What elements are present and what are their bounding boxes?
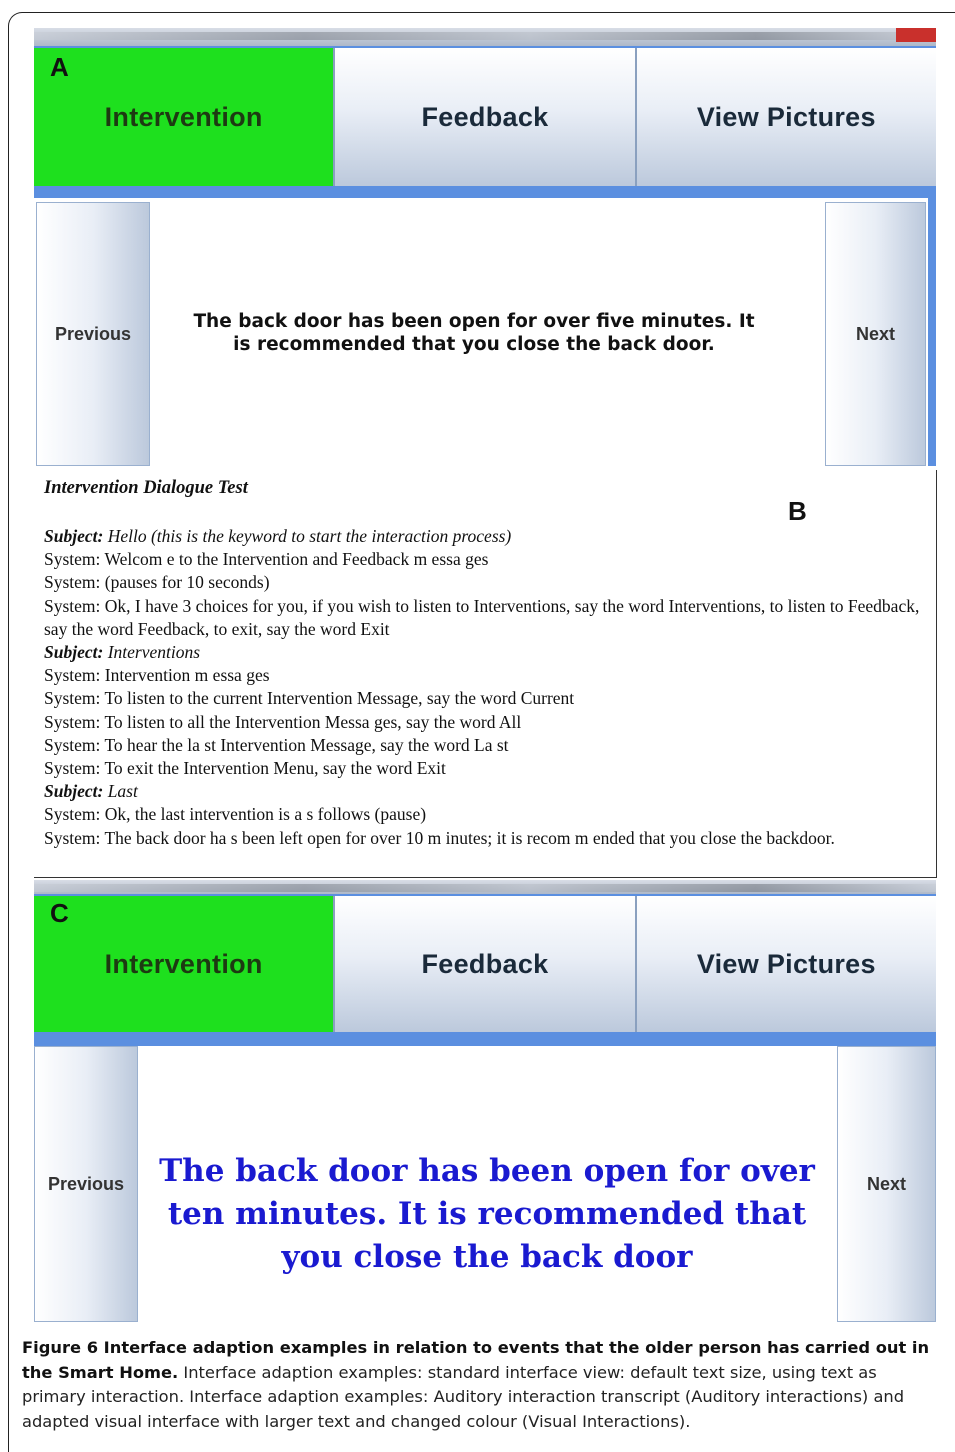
window-titlebar <box>34 28 936 46</box>
speaker-label: System <box>44 827 96 848</box>
previous-button[interactable]: Previous <box>34 1046 138 1322</box>
panel-c-interface: C Intervention Feedback View Pictures Pr… <box>34 880 936 1322</box>
panel-b-transcript: Intervention Dialogue Test B Subject: He… <box>34 470 937 878</box>
tab-label: View Pictures <box>696 948 876 979</box>
transcript-line: Subject: Interventions <box>44 641 929 664</box>
tab-feedback[interactable]: Feedback <box>335 896 637 1032</box>
speaker-label: System <box>44 758 96 779</box>
next-label: Next <box>866 1173 906 1194</box>
speaker-label: System <box>44 665 96 686</box>
transcript-line: System: Welcom e to the Intervention and… <box>44 548 929 571</box>
speaker-label: System <box>44 688 96 709</box>
panel-label-c: C <box>50 898 69 928</box>
utterance-text: : Welcom e to the Intervention and Feedb… <box>95 549 489 570</box>
tab-feedback[interactable]: Feedback <box>335 48 637 186</box>
speaker-label: Subject: <box>44 642 104 663</box>
transcript-line: System: To listen to the current Interve… <box>44 687 929 710</box>
next-button[interactable]: Next <box>837 1046 936 1322</box>
tab-label: Intervention <box>104 101 263 132</box>
message-area: Previous The back door has been open for… <box>34 1046 936 1322</box>
transcript-line: System: Intervention m essa ges <box>44 664 929 687</box>
speaker-label: Subject: <box>44 526 104 546</box>
previous-label: Previous <box>47 1173 125 1194</box>
speaker-label: System <box>44 804 96 825</box>
utterance-text: : Intervention m essa ges <box>95 665 270 686</box>
next-label: Next <box>855 323 895 344</box>
utterance-text: Interventions <box>107 642 201 663</box>
tab-bar: A Intervention Feedback View Pictures <box>34 48 936 186</box>
tab-intervention[interactable]: Intervention <box>34 896 336 1032</box>
tab-label: Feedback <box>421 948 549 979</box>
tab-bar: C Intervention Feedback View Pictures <box>34 896 936 1032</box>
utterance-text: Hello (this is the keyword to start the … <box>107 526 512 546</box>
transcript-line: System: To listen to all the Interventio… <box>44 711 929 734</box>
transcript-line: Subject: Hello (this is the keyword to s… <box>44 525 929 548</box>
utterance-text: : The back door ha s been left open for … <box>95 827 835 848</box>
tab-label: View Pictures <box>696 101 876 132</box>
speaker-label: System <box>44 549 96 570</box>
figure-caption: Figure 6 Interface adaption examples in … <box>22 1336 942 1434</box>
panel-a-interface: A Intervention Feedback View Pictures Pr… <box>34 28 936 466</box>
transcript-line: System: (pauses for 10 seconds) <box>44 571 929 594</box>
speaker-label: System <box>44 595 96 616</box>
panel-label-b: B <box>788 496 807 526</box>
speaker-label: System <box>44 711 96 732</box>
speaker-label: System <box>44 734 96 755</box>
transcript-title: Intervention Dialogue Test <box>44 478 248 498</box>
window-close-button[interactable] <box>896 28 936 42</box>
tab-view-pictures[interactable]: View Pictures <box>636 48 936 186</box>
transcript-line: Subject: Last <box>44 780 929 803</box>
utterance-text: : To exit the Intervention Menu, say the… <box>95 758 446 779</box>
previous-label: Previous <box>54 323 132 344</box>
next-button[interactable]: Next <box>825 202 926 466</box>
utterance-text: : To listen to all the Intervention Mess… <box>95 711 522 732</box>
transcript-line: System: To hear the la st Intervention M… <box>44 734 929 757</box>
utterance-text: : (pauses for 10 seconds) <box>95 572 270 593</box>
intervention-message-large: The back door has been open for over ten… <box>159 1153 815 1275</box>
transcript-line: System: The back door ha s been left ope… <box>44 827 929 850</box>
transcript-line: System: Ok, I have 3 choices for you, if… <box>44 595 929 641</box>
transcript-line: System: Ok, the last intervention is a s… <box>44 803 929 826</box>
previous-button[interactable]: Previous <box>36 202 150 466</box>
speaker-label: System <box>44 572 96 593</box>
utterance-text: Last <box>107 781 138 802</box>
tab-view-pictures[interactable]: View Pictures <box>636 896 936 1032</box>
message-area: Previous The back door has been open for… <box>34 198 936 466</box>
utterance-text: : To listen to the current Intervention … <box>95 688 575 709</box>
utterance-text: : To hear the la st Intervention Message… <box>95 734 509 755</box>
window-titlebar <box>34 880 936 894</box>
tab-intervention[interactable]: Intervention <box>34 48 336 186</box>
utterance-text: : Ok, I have 3 choices for you, if you w… <box>44 595 920 639</box>
intervention-message: The back door has been open for over fiv… <box>193 311 755 355</box>
transcript-lines: Subject: Hello (this is the keyword to s… <box>44 525 929 850</box>
panel-label-a: A <box>50 52 69 82</box>
speaker-label: Subject: <box>44 781 104 802</box>
transcript-line: System: To exit the Intervention Menu, s… <box>44 757 929 780</box>
tab-label: Feedback <box>421 101 549 132</box>
tab-label: Intervention <box>104 948 263 979</box>
utterance-text: : Ok, the last intervention is a s follo… <box>95 804 427 825</box>
